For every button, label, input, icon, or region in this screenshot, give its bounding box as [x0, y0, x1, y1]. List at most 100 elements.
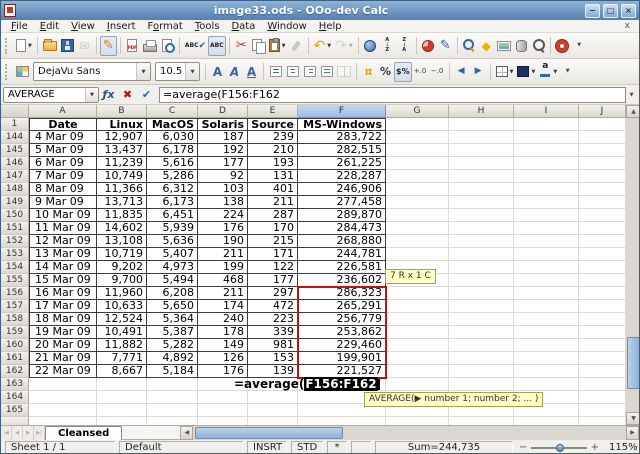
row-header-147[interactable]: 147 — [1, 170, 29, 183]
close-document-icon[interactable]: x — [620, 21, 635, 31]
chevron-down-icon[interactable]: ▼ — [510, 69, 514, 75]
cell-H145[interactable] — [449, 144, 514, 157]
cell-I152[interactable] — [514, 235, 579, 248]
cell-H150[interactable] — [449, 209, 514, 222]
cell-J164[interactable] — [579, 391, 626, 404]
cell-C1[interactable]: MacOS — [147, 118, 198, 131]
menu-data[interactable]: Data — [225, 20, 261, 33]
cell-F156[interactable]: 286,323 — [298, 287, 386, 300]
cell-E152[interactable]: 215 — [248, 235, 298, 248]
menu-edit[interactable]: Edit — [34, 20, 65, 33]
row-header-146[interactable]: 146 — [1, 157, 29, 170]
toolbar-overflow-button[interactable]: ▼ — [571, 36, 588, 56]
cell-I153[interactable] — [514, 248, 579, 261]
row-header-150[interactable]: 150 — [1, 209, 29, 222]
cell-J160[interactable] — [579, 339, 626, 352]
cell-C164[interactable] — [147, 391, 198, 404]
menu-insert[interactable]: Insert — [101, 20, 142, 33]
cell-B162[interactable]: 8,667 — [97, 365, 147, 378]
cell-E156[interactable]: 297 — [248, 287, 298, 300]
cell-A160[interactable]: 20 Mar 09 — [29, 339, 97, 352]
cell-C147[interactable]: 5,286 — [147, 170, 198, 183]
zoom-in-icon[interactable]: + — [591, 443, 599, 453]
cell-G161[interactable] — [386, 352, 449, 365]
cell-D161[interactable]: 126 — [198, 352, 248, 365]
cell-I159[interactable] — [514, 326, 579, 339]
row-header-163[interactable]: 163 — [1, 378, 29, 391]
cell-C161[interactable]: 4,892 — [147, 352, 198, 365]
cell-D159[interactable]: 178 — [198, 326, 248, 339]
cell-C160[interactable]: 5,282 — [147, 339, 198, 352]
cell-E159[interactable]: 339 — [248, 326, 298, 339]
cell-I162[interactable] — [514, 365, 579, 378]
cell-F160[interactable]: 229,460 — [298, 339, 386, 352]
find-replace-button[interactable] — [461, 36, 478, 56]
zoom-button[interactable] — [530, 36, 547, 56]
row-header-165[interactable]: 165 — [1, 404, 29, 417]
cell-E165[interactable] — [248, 404, 298, 417]
cell-B148[interactable]: 11,366 — [97, 183, 147, 196]
cell-J163[interactable] — [579, 378, 626, 391]
cell-F148[interactable]: 246,906 — [298, 183, 386, 196]
cell-J162[interactable] — [579, 365, 626, 378]
new-document-button[interactable]: ▼ — [14, 36, 34, 56]
row-header-162[interactable]: 162 — [1, 365, 29, 378]
cell-A164[interactable] — [29, 391, 97, 404]
cell-D147[interactable]: 92 — [198, 170, 248, 183]
currency-format-button[interactable]: ¤ — [360, 62, 377, 82]
spreadsheet-grid[interactable]: ABCDEFGHIJ1DateLinuxMacOSSolarisSourceMS… — [1, 105, 626, 425]
cell-I156[interactable] — [514, 287, 579, 300]
row-header-158[interactable]: 158 — [1, 313, 29, 326]
cell-D156[interactable]: 211 — [198, 287, 248, 300]
cell-B147[interactable]: 10,749 — [97, 170, 147, 183]
cell-F147[interactable]: 228,287 — [298, 170, 386, 183]
chevron-down-icon[interactable]: ▼ — [349, 43, 353, 49]
cell-G148[interactable] — [386, 183, 449, 196]
cell-G152[interactable] — [386, 235, 449, 248]
cell-E148[interactable]: 401 — [248, 183, 298, 196]
function-wizard-icon[interactable]: ƒx — [100, 86, 117, 103]
cell-B153[interactable]: 10,719 — [97, 248, 147, 261]
cell-F150[interactable]: 289,870 — [298, 209, 386, 222]
hyperlink-button[interactable] — [362, 36, 379, 56]
row-header-1[interactable]: 1 — [1, 118, 29, 131]
cell-J155[interactable] — [579, 274, 626, 287]
cell-H154[interactable] — [449, 261, 514, 274]
cell-G151[interactable] — [386, 222, 449, 235]
cell-F152[interactable]: 268,880 — [298, 235, 386, 248]
cell-B[interactable] — [97, 417, 147, 425]
cell-A150[interactable]: 10 Mar 09 — [29, 209, 97, 222]
cell-G157[interactable] — [386, 300, 449, 313]
cell-H147[interactable] — [449, 170, 514, 183]
cell-I150[interactable] — [514, 209, 579, 222]
cell-A144[interactable]: 4 Mar 09 — [29, 131, 97, 144]
cell-G144[interactable] — [386, 131, 449, 144]
cell-C150[interactable]: 6,451 — [147, 209, 198, 222]
row-header-152[interactable]: 152 — [1, 235, 29, 248]
cell-H156[interactable] — [449, 287, 514, 300]
name-box[interactable]: AVERAGE ▼ — [3, 87, 99, 103]
cell-D1[interactable]: Solaris — [198, 118, 248, 131]
cell-D160[interactable]: 149 — [198, 339, 248, 352]
scroll-up-icon[interactable]: ▲ — [626, 105, 640, 118]
previous-sheet-icon[interactable]: ◀ — [12, 426, 23, 440]
menu-file[interactable]: File — [5, 20, 34, 33]
cell-E150[interactable]: 287 — [248, 209, 298, 222]
font-name-combo[interactable]: DejaVu Sans ▼ — [33, 62, 151, 81]
cell-E147[interactable]: 131 — [248, 170, 298, 183]
cell-C156[interactable]: 6,208 — [147, 287, 198, 300]
next-sheet-icon[interactable]: ▶ — [23, 426, 34, 440]
cell-D157[interactable]: 174 — [198, 300, 248, 313]
column-header-B[interactable]: B — [97, 105, 147, 118]
italic-button[interactable]: A — [226, 62, 243, 82]
menu-tools[interactable]: Tools — [189, 20, 226, 33]
chevron-down-icon[interactable]: ▼ — [185, 63, 199, 80]
cell-G150[interactable] — [386, 209, 449, 222]
cell-A157[interactable]: 17 Mar 09 — [29, 300, 97, 313]
cell-J159[interactable] — [579, 326, 626, 339]
cell-B156[interactable]: 11,960 — [97, 287, 147, 300]
cell-B159[interactable]: 10,491 — [97, 326, 147, 339]
menu-format[interactable]: Format — [142, 20, 189, 33]
cell-C153[interactable]: 5,407 — [147, 248, 198, 261]
cancel-icon[interactable]: ✖ — [119, 86, 136, 103]
